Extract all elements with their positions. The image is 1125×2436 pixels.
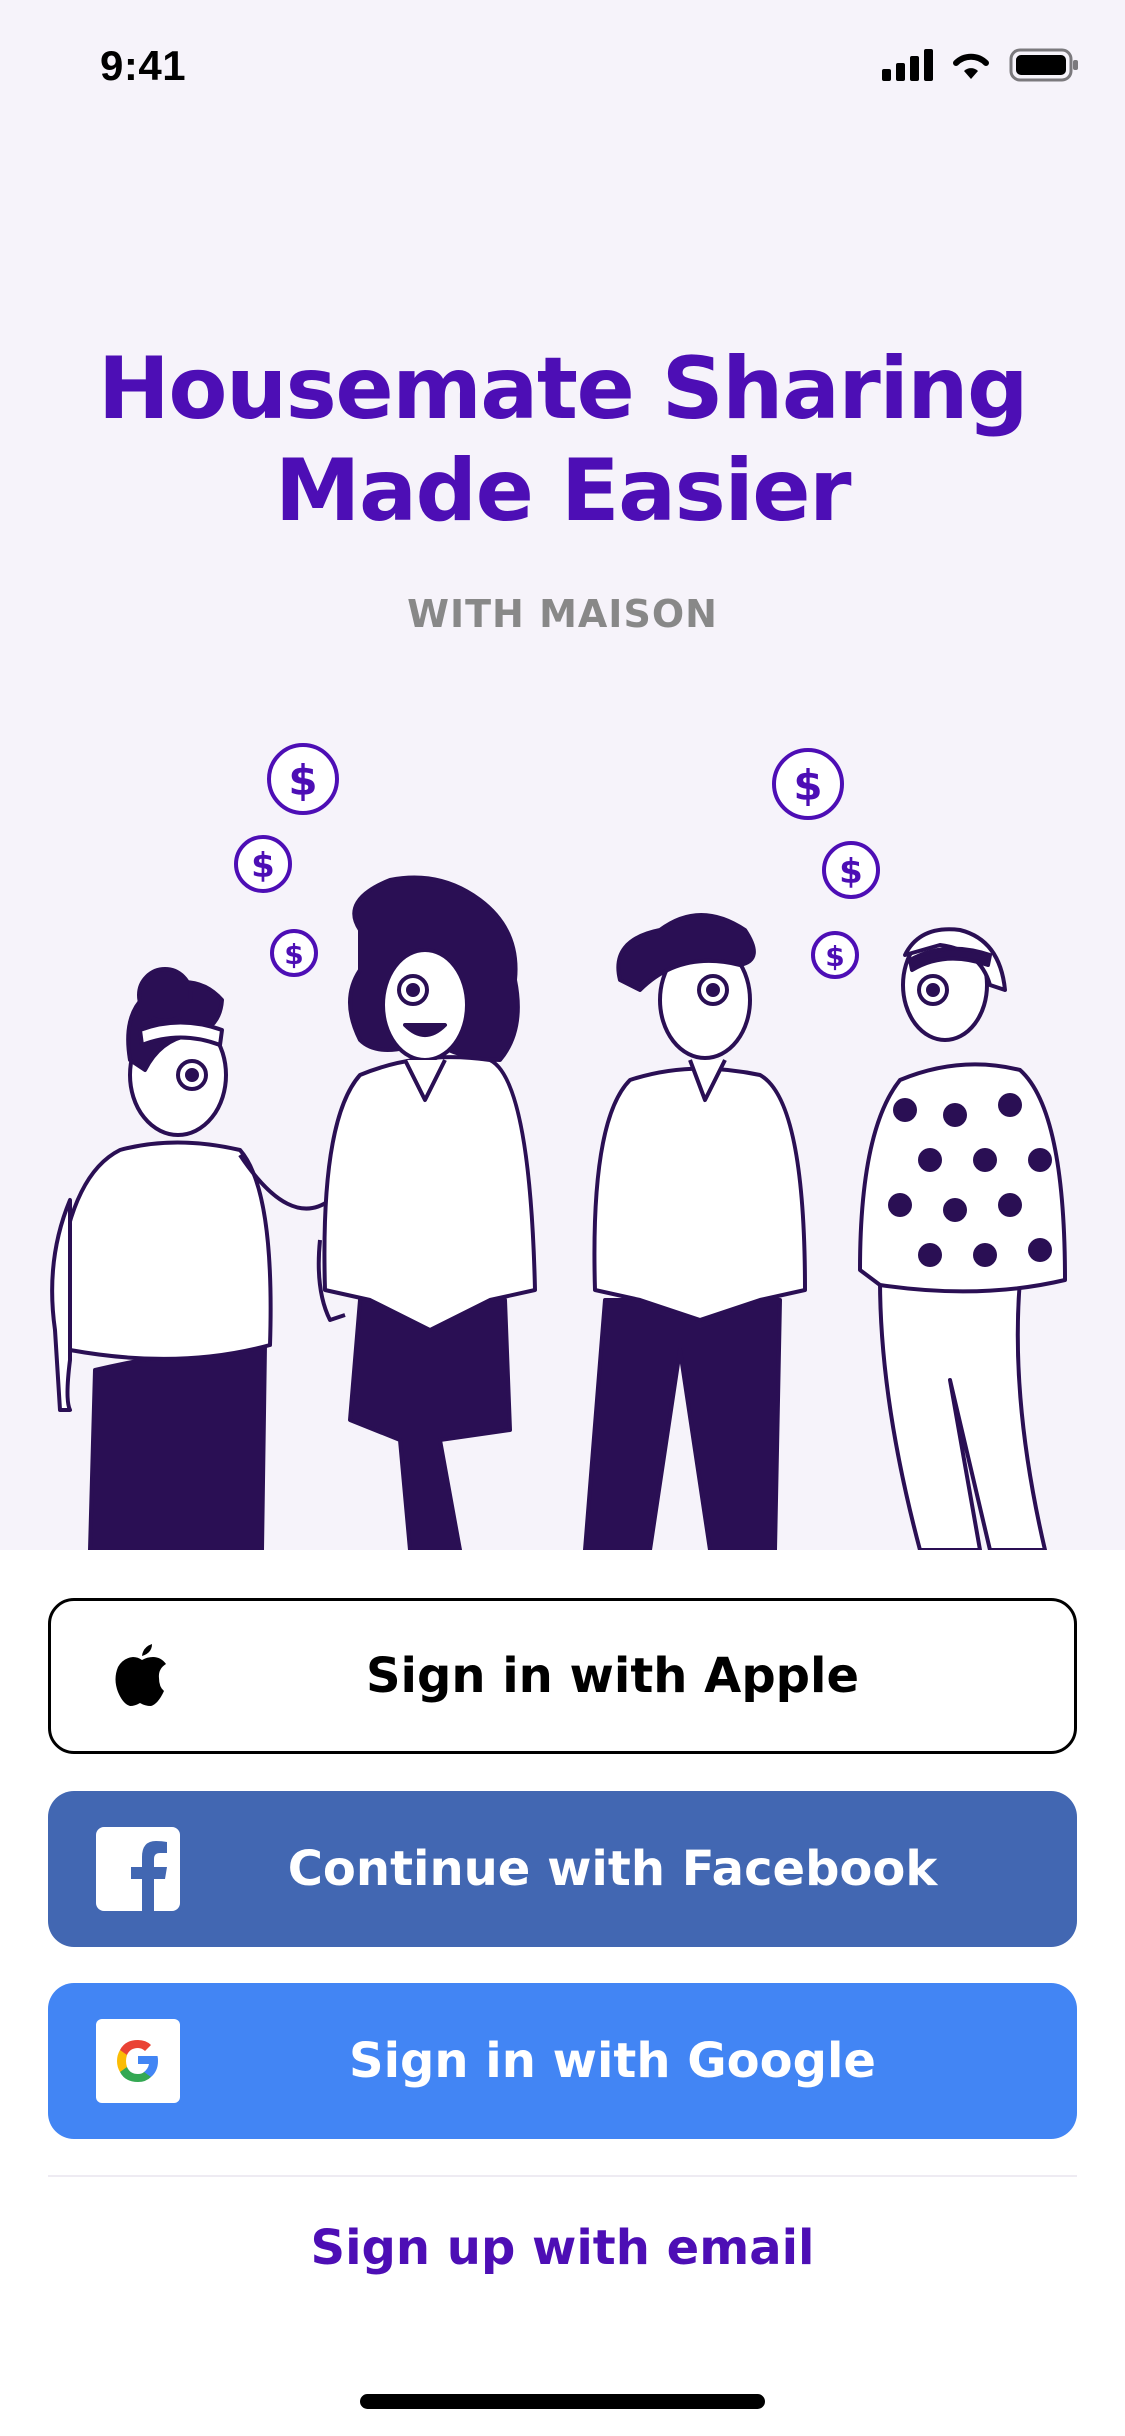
- status-icons: [882, 48, 1079, 82]
- apple-logo-icon: [99, 1634, 183, 1718]
- sign-in-google-button[interactable]: Sign in with Google: [48, 1983, 1077, 2139]
- facebook-logo-icon: [96, 1827, 180, 1911]
- coin-icon: $: [270, 929, 318, 977]
- coin-symbol: $: [284, 938, 303, 971]
- wifi-icon: [953, 53, 989, 79]
- coin-symbol: $: [288, 756, 317, 805]
- status-time: 9:41: [100, 42, 187, 89]
- status-bar: 9:41: [0, 0, 1125, 132]
- coin-icon: $: [811, 931, 859, 979]
- page-subtitle: WITH MAISON: [407, 592, 718, 636]
- coin-symbol: $: [839, 852, 863, 892]
- coin-symbol: $: [251, 846, 275, 886]
- housemate-figure: [50, 967, 332, 1550]
- title-line-1: Housemate Sharing: [97, 339, 1029, 439]
- housemate-figure: [583, 913, 807, 1550]
- facebook-button-label: Continue with Facebook: [287, 1841, 938, 1897]
- battery-icon: [1009, 48, 1078, 82]
- sign-in-apple-button[interactable]: Sign in with Apple: [48, 1598, 1077, 1754]
- coin-icon: $: [772, 748, 844, 820]
- onboarding-screen: 9:41 Housemate Sharing Made Easier WITH …: [0, 0, 1125, 2436]
- housemate-figure: [858, 927, 1067, 1550]
- apple-button-label: Sign in with Apple: [365, 1648, 860, 1704]
- google-logo-icon: [96, 2019, 180, 2103]
- google-button-label: Sign in with Google: [349, 2033, 876, 2089]
- coin-icon: $: [234, 835, 292, 893]
- continue-facebook-button[interactable]: Continue with Facebook: [48, 1791, 1077, 1947]
- housemate-figure: [316, 875, 537, 1550]
- divider: [48, 2175, 1077, 2177]
- sign-up-email-link[interactable]: Sign up with email: [0, 2220, 1125, 2276]
- cellular-signal-icon: [882, 49, 933, 81]
- page-title: Housemate Sharing Made Easier: [0, 338, 1125, 542]
- title-line-2: Made Easier: [274, 441, 852, 541]
- coin-icon: $: [822, 841, 880, 899]
- home-indicator[interactable]: [360, 2394, 765, 2409]
- coin-symbol: $: [793, 761, 822, 810]
- housemates-illustration: $ $ $ $ $ $: [50, 743, 1067, 1550]
- coin-icon: $: [267, 743, 339, 815]
- hero-section: 9:41 Housemate Sharing Made Easier WITH …: [0, 0, 1125, 1550]
- coin-symbol: $: [825, 940, 844, 973]
